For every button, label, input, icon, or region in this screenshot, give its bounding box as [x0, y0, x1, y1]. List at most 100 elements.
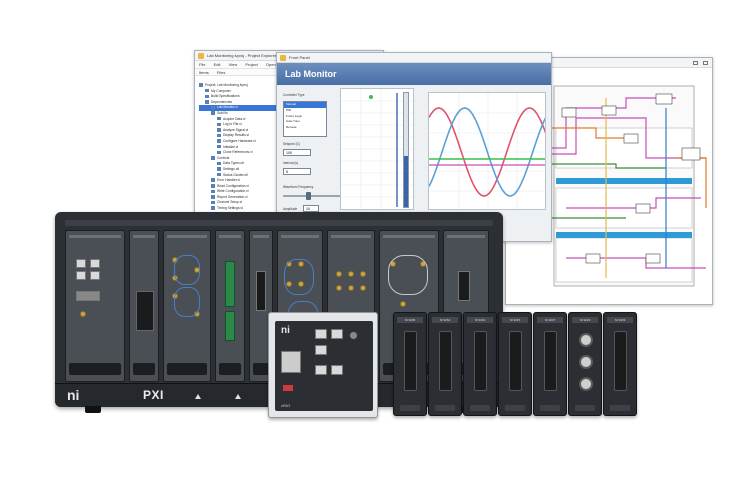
file-icon [217, 122, 221, 127]
close-icon[interactable] [703, 61, 708, 65]
connector[interactable] [458, 271, 470, 301]
pxi-rf-module [163, 230, 211, 382]
amplitude-control[interactable]: 10 [303, 205, 319, 212]
connector[interactable] [256, 271, 266, 311]
display-port[interactable] [281, 351, 301, 373]
sma-connector[interactable] [360, 285, 366, 291]
bnc-connector[interactable] [579, 355, 593, 369]
interval-label: Interval (s) [283, 161, 299, 165]
tab-items[interactable]: Items [199, 70, 209, 75]
terminal-connector[interactable] [509, 331, 522, 391]
file-icon [199, 83, 203, 87]
slot-handle[interactable] [69, 363, 121, 375]
file-icon [211, 178, 215, 182]
terminal-connector[interactable] [404, 331, 417, 391]
file-icon [211, 111, 215, 115]
controller-type-listbox[interactable]: Manual PID Fuzzy Logic Auto-Tune Remote [283, 101, 327, 137]
sma-connector[interactable] [336, 285, 342, 291]
terminal-block[interactable] [225, 261, 235, 307]
tab-files[interactable]: Files [217, 70, 225, 75]
ethernet-port[interactable] [331, 329, 343, 339]
dsub-connector[interactable] [614, 331, 627, 391]
slot-strip [133, 235, 155, 238]
menu-file[interactable]: File [199, 62, 205, 67]
dsub-connector[interactable] [136, 291, 154, 331]
front-panel-titlebar[interactable]: Front Panel [277, 53, 551, 63]
slot-strip [219, 235, 241, 238]
sma-connector[interactable] [400, 301, 406, 307]
module-latch[interactable] [400, 405, 420, 411]
slot-strip [167, 235, 207, 238]
bnc-connector[interactable] [579, 377, 593, 391]
slot-strip [331, 235, 371, 238]
c-series-module: NI 9215 [498, 312, 532, 416]
controller-face: ni cRIO [275, 321, 373, 411]
sma-connector[interactable] [348, 285, 354, 291]
tree-item-label: Acquire Data.vi [223, 116, 246, 121]
power-connector[interactable] [349, 331, 358, 340]
menu-view[interactable]: View [229, 62, 238, 67]
rf-cable [174, 287, 200, 317]
trigger-connector[interactable] [80, 311, 86, 317]
c-series-module: NI 9223 [568, 312, 602, 416]
c-series-module: NI 9205 [393, 312, 427, 416]
sma-connector[interactable] [360, 271, 366, 277]
tree-item-label: Status Cluster.ctl [223, 172, 248, 177]
tree-item-label: SubVIs [217, 110, 228, 115]
sma-connector[interactable] [336, 271, 342, 277]
ethernet-port[interactable] [315, 365, 327, 375]
display-port[interactable] [76, 291, 100, 301]
slot-strip [69, 235, 121, 238]
usb-port[interactable] [315, 345, 327, 355]
module-latch[interactable] [540, 405, 560, 411]
list-item[interactable]: Remote [284, 125, 326, 131]
file-icon [211, 184, 215, 188]
file-icon [205, 88, 209, 93]
chassis-top-rail [65, 220, 493, 226]
rf-cable [174, 255, 200, 285]
usb-port[interactable] [76, 271, 86, 280]
chassis-foot [85, 406, 101, 413]
pxi-io-module [215, 230, 245, 382]
tree-item-label: Analyze Signal.vi [223, 127, 249, 132]
tree-item-label: Report Generation.vi [217, 194, 248, 199]
file-icon [217, 172, 221, 177]
menu-project[interactable]: Project [245, 62, 257, 67]
file-icon [211, 195, 215, 199]
compactrio-controller: ni cRIO [268, 312, 378, 418]
dsub-connector[interactable] [544, 331, 557, 391]
tree-item-label: Build Specifications [211, 94, 240, 99]
setpoint-control[interactable]: 100 [283, 149, 311, 156]
ethernet-port[interactable] [76, 259, 86, 268]
slot-handle[interactable] [167, 363, 207, 375]
terminal-connector[interactable] [439, 331, 452, 391]
module-label: NI 9215 [502, 317, 528, 323]
tree-item-label: Error Handler.vi [217, 178, 240, 183]
file-icon [211, 156, 215, 160]
ethernet-port[interactable] [331, 365, 343, 375]
usb-port[interactable] [90, 271, 100, 280]
tree-item-label: Configure Hardware.vi [223, 138, 256, 143]
ni-logo: ni [67, 387, 80, 403]
lab-monitor-header: Lab Monitor [277, 63, 551, 85]
slot-handle[interactable] [219, 363, 241, 375]
slot-handle[interactable] [253, 363, 269, 375]
project-explorer-title: Lab Monitoring.lvproj - Project Explorer [207, 53, 277, 58]
module-label: NI 9401 [467, 317, 493, 323]
terminal-connector[interactable] [474, 331, 487, 391]
slot-handle[interactable] [133, 363, 155, 375]
sma-connector[interactable] [348, 271, 354, 277]
module-latch[interactable] [435, 405, 455, 411]
slider-knob[interactable] [305, 192, 311, 200]
ethernet-port[interactable] [315, 329, 327, 339]
terminal-block[interactable] [225, 311, 235, 341]
minimize-icon[interactable] [693, 61, 698, 65]
bnc-connector[interactable] [579, 333, 593, 347]
module-latch[interactable] [470, 405, 490, 411]
menu-edit[interactable]: Edit [214, 62, 221, 67]
interval-control[interactable]: 5 [283, 168, 311, 175]
module-latch[interactable] [505, 405, 525, 411]
ethernet-port[interactable] [90, 259, 100, 268]
module-latch[interactable] [575, 405, 595, 411]
module-latch[interactable] [610, 405, 630, 411]
